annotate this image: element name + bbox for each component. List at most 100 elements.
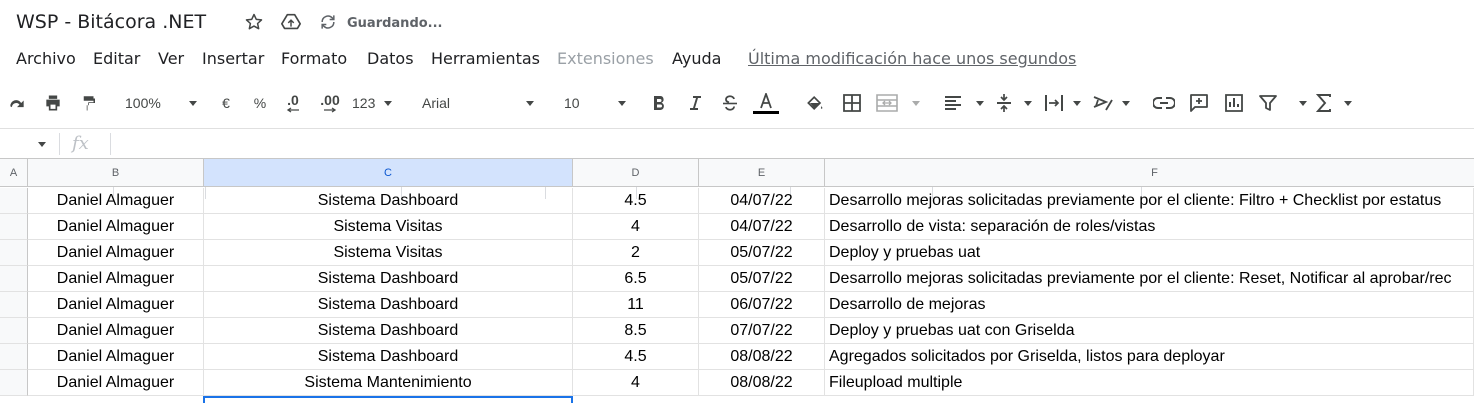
menu-formato[interactable]: Formato: [281, 49, 347, 68]
cell-e[interactable]: 04/07/22: [699, 214, 825, 240]
merge-cells-button[interactable]: [876, 91, 920, 115]
cell-b[interactable]: Daniel Almaguer: [28, 292, 204, 318]
cell-c[interactable]: Sistema Dashboard: [204, 292, 573, 318]
cell-b[interactable]: Daniel Almaguer: [28, 318, 204, 344]
menu-ver[interactable]: Ver: [158, 49, 184, 68]
paint-format-icon[interactable]: [76, 91, 102, 115]
last-edit-link[interactable]: Última modificación hace unos segundos: [748, 49, 1076, 68]
font-select[interactable]: Arial: [422, 91, 534, 115]
menu-herramientas[interactable]: Herramientas: [431, 49, 540, 68]
row-header[interactable]: [0, 214, 28, 240]
row-header[interactable]: [0, 344, 28, 370]
cell-f[interactable]: Agregados solicitados por Griselda, list…: [825, 344, 1474, 370]
move-to-drive-icon[interactable]: [279, 10, 303, 34]
horizontal-align-button[interactable]: [944, 91, 984, 115]
cell-d[interactable]: 2: [573, 240, 699, 266]
column-header-e[interactable]: E: [699, 158, 825, 187]
cell-c[interactable]: Sistema Dashboard: [204, 344, 573, 370]
row-header[interactable]: [0, 370, 28, 396]
cell-e[interactable]: 05/07/22: [699, 240, 825, 266]
more-formats-select[interactable]: 123: [352, 91, 392, 115]
column-header-d[interactable]: D: [573, 158, 699, 187]
cell-b[interactable]: Daniel Almaguer: [28, 214, 204, 240]
name-box[interactable]: [0, 129, 60, 159]
chevron-down-icon: [384, 100, 392, 106]
currency-format-button[interactable]: €: [216, 91, 236, 115]
row-header[interactable]: [0, 318, 28, 344]
menu-ayuda[interactable]: Ayuda: [672, 49, 721, 68]
row-header[interactable]: [0, 188, 28, 214]
cell-e[interactable]: 08/08/22: [699, 344, 825, 370]
cell-d[interactable]: 4.5: [573, 344, 699, 370]
document-title[interactable]: WSP - Bitácora .NET: [16, 11, 206, 33]
borders-icon[interactable]: [840, 91, 864, 115]
text-wrap-button[interactable]: [1044, 91, 1081, 115]
menu-datos[interactable]: Datos: [367, 49, 414, 68]
zoom-select[interactable]: 100%: [125, 91, 197, 115]
font-size-select[interactable]: 10: [564, 91, 626, 115]
cell-f[interactable]: Fileupload multiple: [825, 370, 1474, 396]
cell-e[interactable]: 05/07/22: [699, 266, 825, 292]
cell-f[interactable]: Desarrollo de vista: separación de roles…: [825, 214, 1474, 240]
menu-extensiones[interactable]: Extensiones: [557, 49, 654, 68]
redo-icon[interactable]: [4, 91, 30, 115]
selected-cell-outline[interactable]: [203, 396, 573, 403]
text-rotation-button[interactable]: [1092, 91, 1130, 115]
decrease-decimal-button[interactable]: .0: [280, 91, 306, 115]
text-color-button[interactable]: [753, 91, 779, 115]
cell-c[interactable]: Sistema Visitas: [204, 214, 573, 240]
cell-e[interactable]: 08/08/22: [699, 370, 825, 396]
cell-e[interactable]: 04/07/22: [699, 188, 825, 214]
cell-f[interactable]: Desarrollo mejoras solicitadas previamen…: [825, 188, 1474, 214]
cell-f[interactable]: Deploy y pruebas uat con Griselda: [825, 318, 1474, 344]
cell-d[interactable]: 4: [573, 370, 699, 396]
print-icon[interactable]: [40, 91, 66, 115]
insert-comment-icon[interactable]: [1187, 91, 1211, 115]
cell-b[interactable]: Daniel Almaguer: [28, 344, 204, 370]
cell-d[interactable]: 6.5: [573, 266, 699, 292]
row-header[interactable]: [0, 266, 28, 292]
column-header-c[interactable]: C: [204, 158, 573, 187]
cell-f[interactable]: Deploy y pruebas uat: [825, 240, 1474, 266]
cell-c[interactable]: Sistema Dashboard: [204, 318, 573, 344]
filter-icon: [1259, 95, 1277, 111]
row-header[interactable]: [0, 292, 28, 318]
increase-decimal-button[interactable]: .00: [315, 91, 345, 115]
fill-color-icon[interactable]: [803, 91, 827, 115]
cell-b[interactable]: Daniel Almaguer: [28, 266, 204, 292]
cell-b[interactable]: Daniel Almaguer: [28, 188, 204, 214]
cell-d[interactable]: 11: [573, 292, 699, 318]
italic-button[interactable]: [684, 91, 706, 115]
strikethrough-button[interactable]: [719, 91, 741, 115]
cell-b[interactable]: Daniel Almaguer: [28, 240, 204, 266]
insert-link-icon[interactable]: [1152, 91, 1176, 115]
cell-f[interactable]: Desarrollo mejoras solicitadas previamen…: [825, 266, 1474, 292]
vertical-align-button[interactable]: [996, 91, 1032, 115]
menu-archivo[interactable]: Archivo: [16, 49, 76, 68]
menu-editar[interactable]: Editar: [93, 49, 140, 68]
cell-e[interactable]: 07/07/22: [699, 318, 825, 344]
cell-c[interactable]: Sistema Dashboard: [204, 266, 573, 292]
cell-c[interactable]: Sistema Visitas: [204, 240, 573, 266]
filter-button[interactable]: [1259, 91, 1307, 115]
cell-f[interactable]: Desarrollo de mejoras: [825, 292, 1474, 318]
functions-button[interactable]: [1316, 91, 1352, 115]
bold-button[interactable]: [648, 91, 670, 115]
insert-chart-icon[interactable]: [1222, 91, 1246, 115]
row-header[interactable]: [0, 240, 28, 266]
formula-input[interactable]: [112, 129, 1472, 159]
cell-d[interactable]: 4: [573, 214, 699, 240]
cell-c[interactable]: Sistema Mantenimiento: [204, 370, 573, 396]
menu-insertar[interactable]: Insertar: [202, 49, 264, 68]
column-header-a[interactable]: A: [0, 158, 28, 187]
cell-d[interactable]: 8.5: [573, 318, 699, 344]
cell-b[interactable]: Daniel Almaguer: [28, 370, 204, 396]
cell-e[interactable]: 06/07/22: [699, 292, 825, 318]
percent-format-button[interactable]: %: [250, 91, 270, 115]
cell-d[interactable]: 4.5: [573, 188, 699, 214]
star-icon[interactable]: [242, 10, 266, 34]
cell-c[interactable]: Sistema Dashboard: [204, 188, 573, 214]
column-header-b[interactable]: B: [28, 158, 204, 187]
column-header-f[interactable]: F: [825, 158, 1474, 187]
formula-divider: [59, 133, 60, 155]
